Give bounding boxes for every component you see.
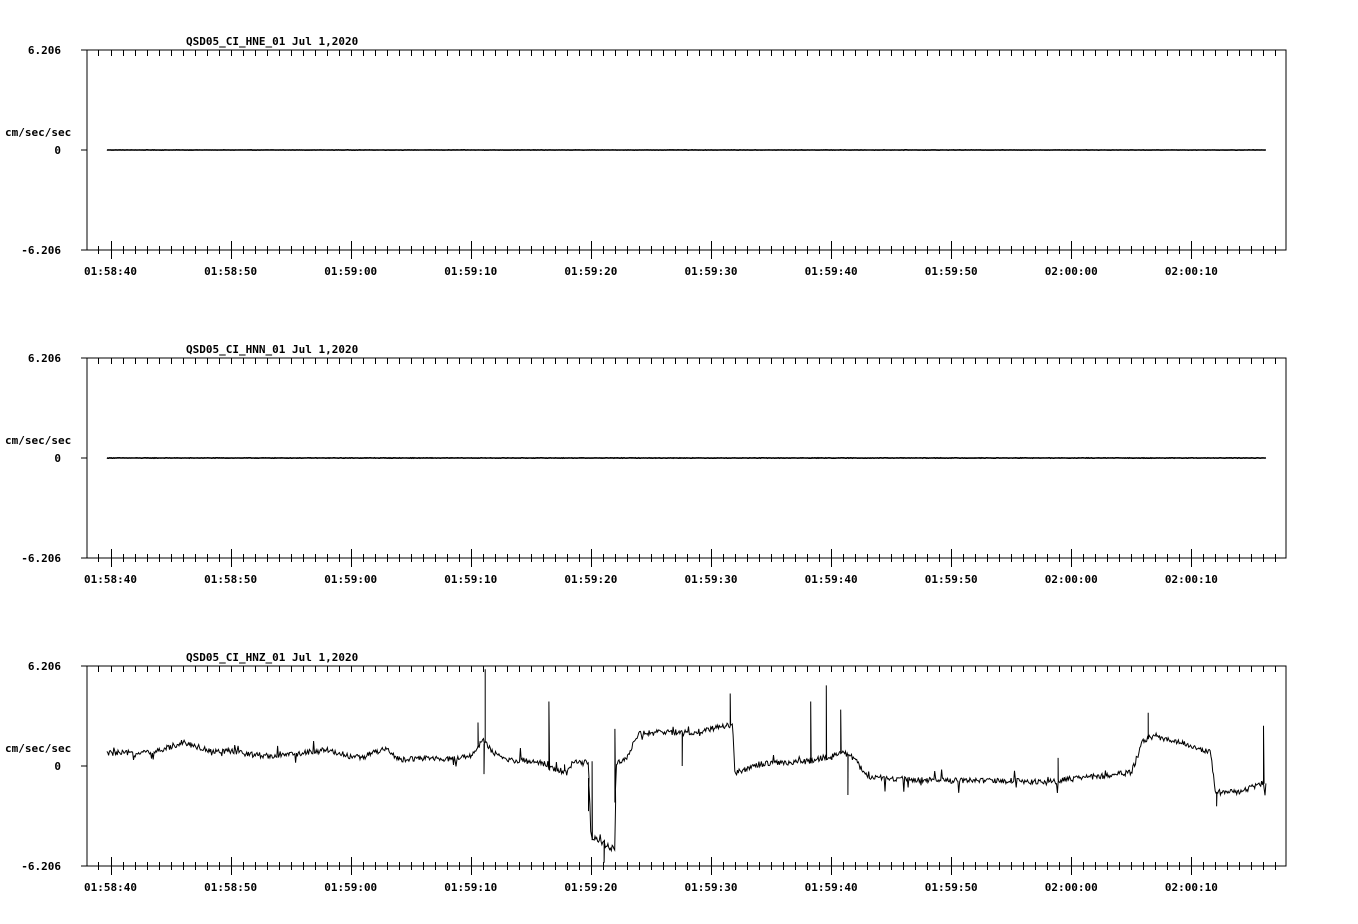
x-tick-label: 01:58:40 <box>84 573 137 586</box>
y-tick-label: 6.206 <box>28 660 61 673</box>
y-tick-label: 0 <box>54 452 61 465</box>
x-tick-label: 02:00:10 <box>1165 573 1218 586</box>
x-tick-label: 01:59:50 <box>925 573 978 586</box>
y-axis-label: cm/sec/sec <box>5 742 71 755</box>
x-tick-label: 01:59:00 <box>324 573 377 586</box>
y-tick-label: 6.206 <box>28 352 61 365</box>
x-tick-label: 01:59:10 <box>444 881 497 894</box>
panel-title: QSD05_CI_HNZ_01 Jul 1,2020 <box>186 651 358 664</box>
y-tick-label: -6.206 <box>21 860 61 873</box>
x-tick-label: 01:59:50 <box>925 265 978 278</box>
x-tick-label: 01:59:20 <box>564 573 617 586</box>
x-tick-label: 01:59:10 <box>444 573 497 586</box>
y-tick-label: 0 <box>54 760 61 773</box>
x-tick-label: 02:00:00 <box>1045 881 1098 894</box>
x-tick-label: 01:59:20 <box>564 265 617 278</box>
x-tick-label: 01:59:50 <box>925 881 978 894</box>
y-axis-label: cm/sec/sec <box>5 126 71 139</box>
y-tick-label: 0 <box>54 144 61 157</box>
x-tick-label: 01:59:30 <box>685 573 738 586</box>
y-tick-label: -6.206 <box>21 244 61 257</box>
x-tick-label: 01:59:00 <box>324 881 377 894</box>
x-tick-label: 02:00:10 <box>1165 881 1218 894</box>
x-tick-label: 01:59:40 <box>805 573 858 586</box>
x-tick-label: 01:58:50 <box>204 881 257 894</box>
panel-title: QSD05_CI_HNE_01 Jul 1,2020 <box>186 35 358 48</box>
x-tick-label: 02:00:10 <box>1165 265 1218 278</box>
x-tick-label: 01:58:40 <box>84 265 137 278</box>
x-tick-label: 01:58:40 <box>84 881 137 894</box>
y-tick-label: -6.206 <box>21 552 61 565</box>
y-tick-label: 6.206 <box>28 44 61 57</box>
seismogram-figure: QSD05_CI_HNE_01 Jul 1,2020 cm/sec/sec 6.20… <box>0 0 1358 924</box>
x-tick-label: 01:59:40 <box>805 265 858 278</box>
x-tick-label: 02:00:00 <box>1045 573 1098 586</box>
x-tick-label: 01:58:50 <box>204 265 257 278</box>
x-tick-label: 02:00:00 <box>1045 265 1098 278</box>
figure-background <box>0 0 1358 924</box>
y-axis-label: cm/sec/sec <box>5 434 71 447</box>
x-tick-label: 01:59:40 <box>805 881 858 894</box>
x-tick-label: 01:59:10 <box>444 265 497 278</box>
x-tick-label: 01:59:20 <box>564 881 617 894</box>
x-tick-label: 01:59:00 <box>324 265 377 278</box>
x-tick-label: 01:59:30 <box>685 265 738 278</box>
x-tick-label: 01:59:30 <box>685 881 738 894</box>
x-tick-label: 01:58:50 <box>204 573 257 586</box>
panel-title: QSD05_CI_HNN_01 Jul 1,2020 <box>186 343 358 356</box>
